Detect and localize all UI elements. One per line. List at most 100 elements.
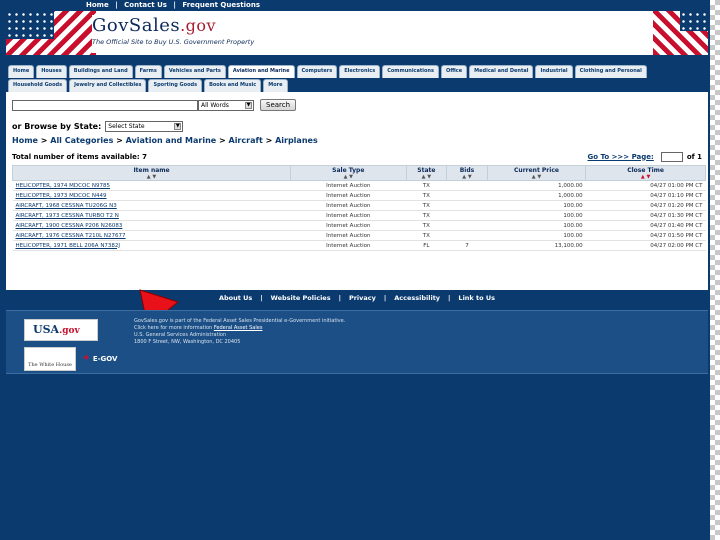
usa-gov-main: USA [33,323,60,336]
column-header-sale-type[interactable]: Sale Type ▲ ▼ [290,165,407,181]
breadcrumb-aircraft[interactable]: Aircraft [229,136,263,145]
tab-medical-and-dental[interactable]: Medical and Dental [469,65,534,78]
sort-arrows-icon[interactable]: ▲ ▼ [447,174,487,180]
item-name-link[interactable]: HELICOPTER, 1973 MDCOC N449 [16,193,107,199]
table-row[interactable]: AIRCRAFT, 1968 CESSNA TU206G N3 Internet … [12,200,706,211]
close-time-cell: 04/27 01:10 PM CT [585,190,706,201]
state-cell: FL [406,240,447,251]
column-header-state[interactable]: State ▲ ▼ [405,165,448,181]
site-logo[interactable]: GovSales.gov The Official Site to Buy U.… [92,15,492,53]
price-cell: 1,000.00 [487,180,586,191]
search-row: All Words ▼ Search [12,98,702,112]
column-header-label: Item name [133,167,170,174]
tab-more[interactable]: More [263,79,288,92]
footer-link-link-to-us[interactable]: Link to Us [458,294,495,302]
tab-books-and-music[interactable]: Books and Music [204,79,262,92]
tab-clothing-and-personal[interactable]: Clothing and Personal [574,65,647,78]
sale-type-cell: Internet Auction [290,230,407,241]
sort-arrows-icon[interactable]: ▲ ▼ [407,174,447,180]
contact-link[interactable]: Contact Us [124,1,167,9]
item-name-link[interactable]: AIRCRAFT, 1973 CESSNA TURBO T2 N [16,213,119,219]
match-select[interactable]: All Words ▼ [198,99,254,111]
tab-houses[interactable]: Houses [36,65,67,78]
results-header: Total number of items available: 7 Go To… [12,151,702,162]
footer-separator: | [383,294,387,302]
tab-electronics[interactable]: Electronics [339,65,381,78]
flag-right-image [653,11,708,55]
search-button[interactable]: Search [260,99,297,111]
page-number-input[interactable] [660,151,683,162]
faq-link[interactable]: Frequent Questions [182,1,260,9]
page-total: of 1 [686,152,702,161]
state-cell: TX [406,220,447,231]
usa-gov-logo[interactable]: USA.gov [24,319,98,341]
breadcrumb-aviation[interactable]: Aviation and Marine [126,136,217,145]
home-link[interactable]: Home [86,1,109,9]
tab-home[interactable]: Home [8,65,35,78]
whitehouse-logo[interactable]: The White House [24,347,76,371]
item-name-link[interactable]: AIRCRAFT, 1900 CESSNA P206 N26083 [16,223,123,229]
search-input[interactable] [12,99,198,111]
sort-arrows-icon[interactable]: ▲ ▼ [291,174,406,180]
sort-arrows-icon[interactable]: ▲ ▼ [13,174,290,180]
chevron-down-icon: ▼ [174,122,182,130]
browse-row: or Browse by State: Select State ▼ [12,120,702,132]
footer-line-2-text: Click here for more information [134,325,213,331]
sale-type-cell: Internet Auction [290,210,407,221]
column-header-current-price[interactable]: Current Price ▲ ▼ [486,165,587,181]
breadcrumb-all-categories[interactable]: All Categories [50,136,113,145]
state-select-value: Select State [108,122,145,130]
item-name-link[interactable]: HELICOPTER, 1974 MDCOC N9785 [16,183,111,189]
tab-aviation-and-marine[interactable]: Aviation and Marine [227,65,295,78]
footer-line-4: 1800 F Street, NW, Washington, DC 20405 [134,339,241,345]
price-cell: 100.00 [487,200,586,211]
tab-communications[interactable]: Communications [382,65,439,78]
table-row[interactable]: AIRCRAFT, 1973 CESSNA TURBO T2 N Internet… [12,210,706,221]
item-name-link[interactable]: AIRCRAFT, 1976 CESSNA T210L N27677 [16,233,126,239]
price-cell: 100.00 [487,220,586,231]
table-header-row: Item name ▲ ▼ Sale Type ▲ ▼ State ▲ ▼ Bids ▲ ▼ C… [11,165,706,181]
footer-link-accessibility[interactable]: Accessibility [394,294,440,302]
item-name-link[interactable]: HELICOPTER, 1971 BELL 206A N7382J [16,243,121,249]
breadcrumb-separator: > [40,136,48,145]
breadcrumb-home[interactable]: Home [12,136,38,145]
item-name-link[interactable]: AIRCRAFT, 1968 CESSNA TU206G N3 [16,203,117,209]
tab-household-goods[interactable]: Household Goods [8,79,68,92]
column-header-label: Sale Type [332,167,365,174]
footer-link-website-policies[interactable]: Website Policies [271,294,331,302]
main-content: All Words ▼ Search or Browse by State: S… [6,92,708,363]
bids-cell [446,210,488,221]
table-row[interactable]: HELICOPTER, 1973 MDCOC N449 Internet Auct… [12,190,706,201]
column-header-bids[interactable]: Bids ▲ ▼ [446,165,488,181]
tab-office[interactable]: Office [440,65,468,78]
table-row[interactable]: HELICOPTER, 1974 MDCOC N9785 Internet Auc… [12,180,706,191]
state-cell: TX [406,210,447,221]
tab-jewelry-and-collectibles[interactable]: Jewelry and Collectibles [69,79,147,92]
tab-vehicles-and-parts[interactable]: Vehicles and Parts [163,65,226,78]
column-header-item-name[interactable]: Item name ▲ ▼ [11,165,292,181]
goto-page-link[interactable]: Go To >>> Page: [587,153,653,161]
column-header-close-time[interactable]: Close Time ▲ ▼ [585,165,706,181]
state-select[interactable]: Select State ▼ [105,120,184,132]
footer-separator: | [448,294,451,302]
tab-farms[interactable]: Farms [134,65,162,78]
tab-buildings-and-land[interactable]: Buildings and Land [68,65,133,78]
pager: Go To >>> Page: of 1 [587,151,702,162]
table-row[interactable]: AIRCRAFT, 1900 CESSNA P206 N26083 Interne… [12,220,706,231]
tab-industrial[interactable]: Industrial [535,65,573,78]
egov-logo[interactable]: ✦ E-GOV [82,353,117,364]
footer-separator: | [260,294,263,302]
footer-link-privacy[interactable]: Privacy [349,294,376,302]
sort-arrows-icon[interactable]: ▲ ▼ [586,174,705,180]
price-cell: 100.00 [487,210,586,221]
table-row[interactable]: HELICOPTER, 1971 BELL 206A N7382J Interne… [12,240,706,251]
federal-asset-sales-link[interactable]: Federal Asset Sales [214,325,263,331]
tab-sporting-goods[interactable]: Sporting Goods [148,79,203,92]
sale-type-cell: Internet Auction [290,240,407,251]
breadcrumb-current: Airplanes [275,136,318,145]
tab-computers[interactable]: Computers [296,65,338,78]
table-row[interactable]: AIRCRAFT, 1976 CESSNA T210L N27677 Intern… [12,230,706,241]
close-time-cell: 04/27 01:00 PM CT [585,180,706,191]
results-count: Total number of items available: 7 [12,152,147,161]
sort-arrows-icon[interactable]: ▲ ▼ [488,174,585,180]
